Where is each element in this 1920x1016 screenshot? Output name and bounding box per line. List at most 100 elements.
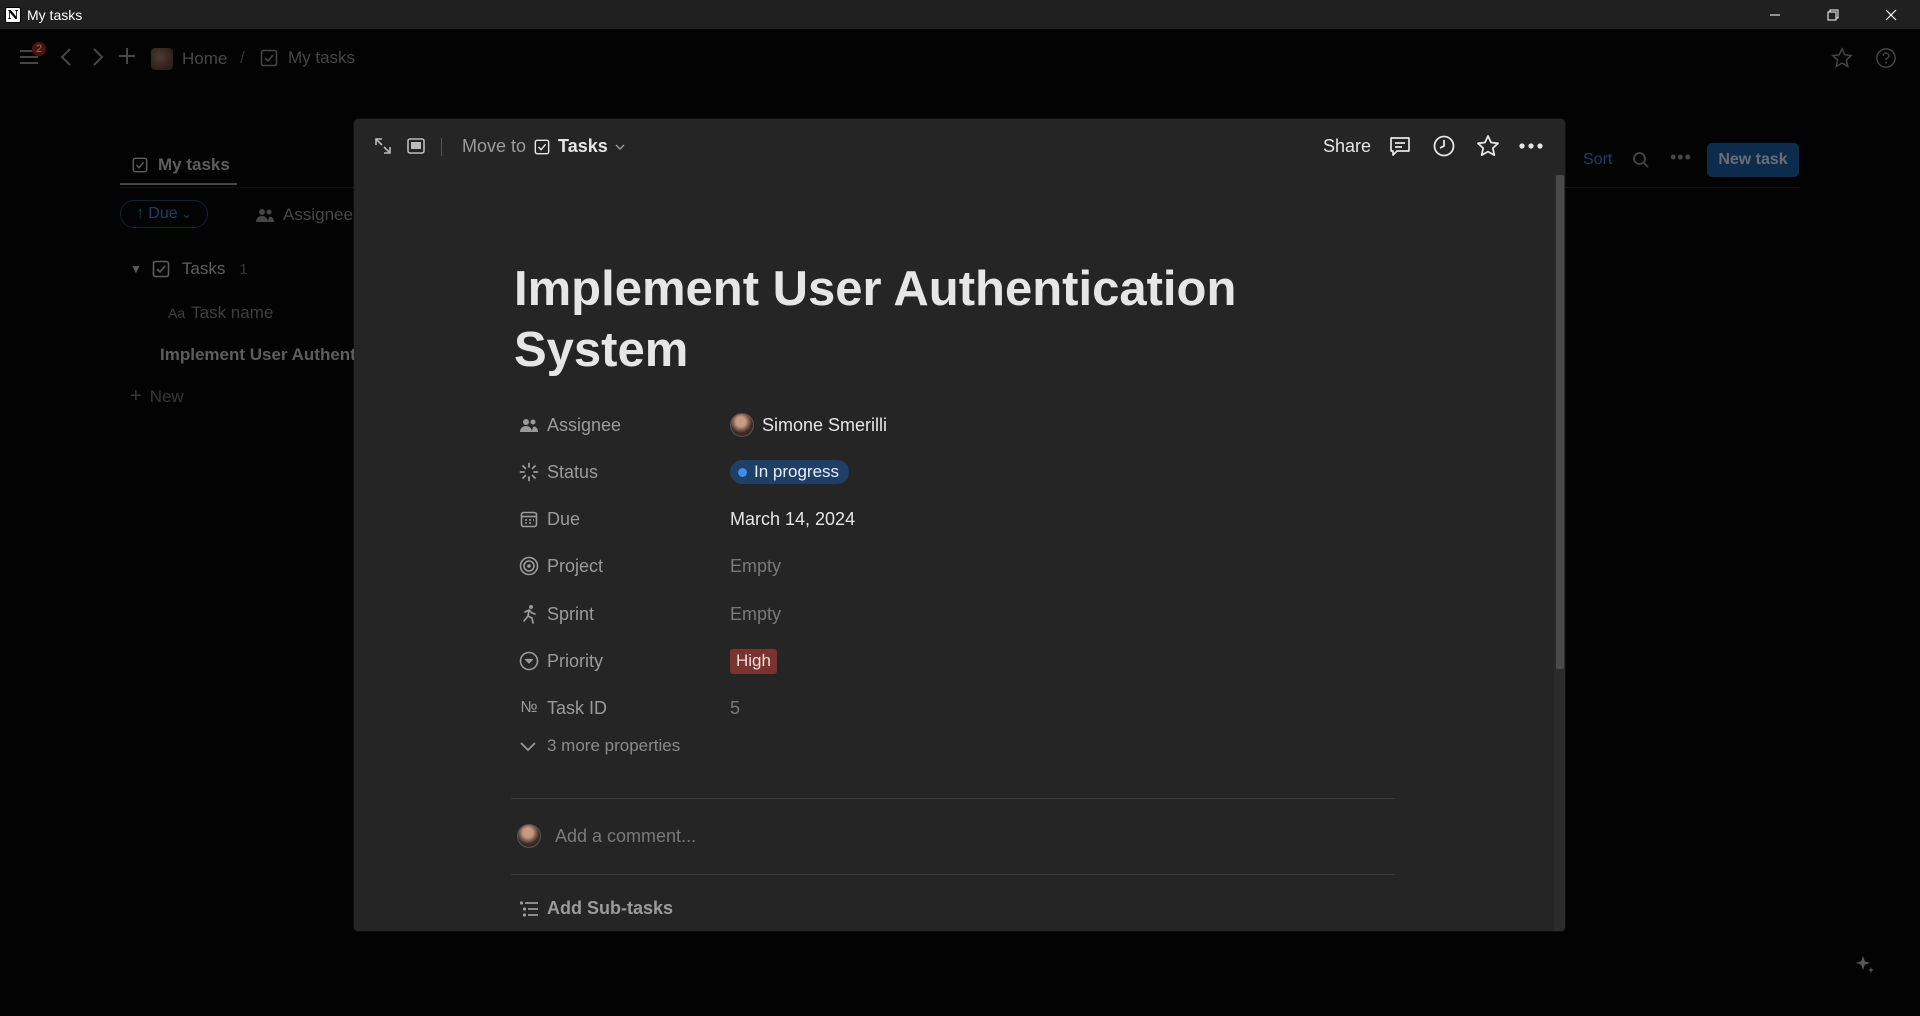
window-titlebar: N My tasks xyxy=(0,0,1920,29)
property-label: Priority xyxy=(547,650,604,671)
checkbox-icon xyxy=(152,260,170,278)
property-label: Project xyxy=(547,555,604,576)
property-name-due[interactable]: Due xyxy=(519,509,730,530)
close-button[interactable] xyxy=(1862,0,1920,29)
property-value-priority[interactable]: High xyxy=(730,648,777,674)
column-header-task-name[interactable]: Aa Task name xyxy=(168,303,273,323)
property-value-due[interactable]: March 14, 2024 xyxy=(730,509,855,530)
search-icon xyxy=(1633,152,1649,168)
help-icon xyxy=(1876,48,1896,68)
add-subtasks-button[interactable]: Add Sub-tasks xyxy=(519,898,673,919)
property-name-priority[interactable]: Priority xyxy=(519,651,730,672)
sort-chip-due[interactable]: ↑ Due ⌄ xyxy=(120,200,208,228)
breadcrumb-separator: / xyxy=(240,48,245,67)
property-name-assignee[interactable]: Assignee xyxy=(519,415,730,436)
arrow-up-icon: ↑ xyxy=(136,205,145,222)
divider xyxy=(511,798,1395,799)
new-row-button[interactable]: + New xyxy=(130,385,184,408)
back-button[interactable] xyxy=(58,47,76,67)
chevron-right-icon xyxy=(93,48,104,66)
group-label: Tasks xyxy=(181,259,226,278)
filter-chip-assignee[interactable]: Assignee xyxy=(255,205,353,225)
breadcrumb-my-tasks[interactable]: My tasks xyxy=(260,48,355,68)
plus-icon: + xyxy=(130,385,142,407)
ai-assistant-button[interactable] xyxy=(1854,954,1876,976)
page-title-line-1: Implement User Authentication xyxy=(514,262,1237,316)
share-button[interactable]: Share xyxy=(1323,136,1371,157)
search-button[interactable] xyxy=(1632,151,1650,169)
breadcrumb-home[interactable]: Home xyxy=(151,48,227,70)
property-row-status: Status In progress xyxy=(519,454,1419,490)
calendar-icon xyxy=(520,511,538,528)
new-task-button[interactable]: New task xyxy=(1707,143,1799,177)
property-value-assignee[interactable]: Simone Smerilli xyxy=(730,413,887,437)
top-navigation: 2 Home / My tasks xyxy=(0,29,1920,87)
scrollbar-thumb[interactable] xyxy=(1556,175,1564,669)
page-title[interactable]: Implement User Authentication System xyxy=(514,259,1274,381)
updates-button[interactable] xyxy=(1432,134,1456,158)
status-spinner-icon xyxy=(519,462,539,482)
modal-scrollbar[interactable] xyxy=(1554,175,1565,931)
comments-button[interactable] xyxy=(1388,134,1412,158)
property-name-project[interactable]: Project xyxy=(519,556,730,577)
home-avatar xyxy=(151,48,173,70)
restore-button[interactable] xyxy=(1804,0,1862,29)
property-value-project[interactable]: Empty xyxy=(730,556,781,577)
help-button[interactable] xyxy=(1875,47,1897,69)
favorite-button[interactable] xyxy=(1831,47,1853,69)
avatar xyxy=(730,413,754,437)
comment-input[interactable]: Add a comment... xyxy=(555,826,696,847)
clock-icon xyxy=(1433,135,1455,157)
group-header-tasks[interactable]: ▼ Tasks 1 xyxy=(130,259,248,279)
filter-chip-label: Assignee xyxy=(283,205,353,224)
minimize-icon xyxy=(1770,14,1780,15)
forward-button[interactable] xyxy=(88,47,106,67)
chevron-circle-icon xyxy=(519,651,539,671)
expand-arrows-icon xyxy=(375,138,391,154)
open-full-page-button[interactable] xyxy=(373,136,393,156)
move-to-control[interactable]: Move to Tasks xyxy=(462,136,634,157)
move-to-target[interactable]: Tasks xyxy=(534,136,634,157)
minimize-button[interactable] xyxy=(1746,0,1804,29)
property-value-status[interactable]: In progress xyxy=(730,460,850,484)
text-type-icon: Aa xyxy=(168,305,186,321)
more-actions-button[interactable] xyxy=(1519,143,1543,149)
property-label: Assignee xyxy=(547,414,622,435)
notification-badge: 2 xyxy=(32,42,47,56)
more-properties-toggle[interactable]: 3 more properties xyxy=(519,736,680,756)
property-row-task-id: № Task ID 5 xyxy=(519,690,1419,726)
new-page-button[interactable] xyxy=(117,46,137,66)
switch-view-button[interactable] xyxy=(406,136,426,156)
new-row-label: New xyxy=(149,386,184,406)
checkbox-icon xyxy=(260,49,278,67)
triangle-down-icon: ▼ xyxy=(130,262,142,276)
status-text: In progress xyxy=(754,462,840,481)
property-value-sprint[interactable]: Empty xyxy=(730,604,781,625)
property-name-status[interactable]: Status xyxy=(519,462,730,483)
chevron-down-icon: ⌄ xyxy=(181,207,192,221)
comment-box[interactable]: Add a comment... xyxy=(517,824,696,848)
property-name-task-id[interactable]: № Task ID xyxy=(519,698,730,719)
chevron-down-icon xyxy=(615,144,625,150)
view-tab-my-tasks[interactable]: My tasks xyxy=(120,147,237,185)
numero-icon: № xyxy=(520,699,538,716)
property-row-priority: Priority High xyxy=(519,643,1419,679)
column-header-label: Task name xyxy=(191,303,274,322)
property-name-sprint[interactable]: Sprint xyxy=(519,604,730,625)
center-peek-icon xyxy=(407,138,425,154)
sparkle-icon xyxy=(1856,956,1874,973)
move-to-label: Move to xyxy=(462,136,527,156)
chevron-left-icon xyxy=(60,48,71,66)
restore-icon xyxy=(1827,9,1839,20)
assignee-name: Simone Smerilli xyxy=(762,414,888,435)
status-badge: In progress xyxy=(730,460,850,484)
window-title: My tasks xyxy=(27,6,83,23)
favorite-page-button[interactable] xyxy=(1476,134,1500,158)
sort-button[interactable]: Sort xyxy=(1583,151,1612,169)
star-icon xyxy=(1477,135,1499,156)
property-label: Status xyxy=(547,461,599,482)
runner-icon xyxy=(523,605,536,624)
notion-logo-icon: N xyxy=(5,6,21,23)
plus-icon xyxy=(119,48,135,64)
more-options-icon[interactable]: ••• xyxy=(1670,147,1692,168)
